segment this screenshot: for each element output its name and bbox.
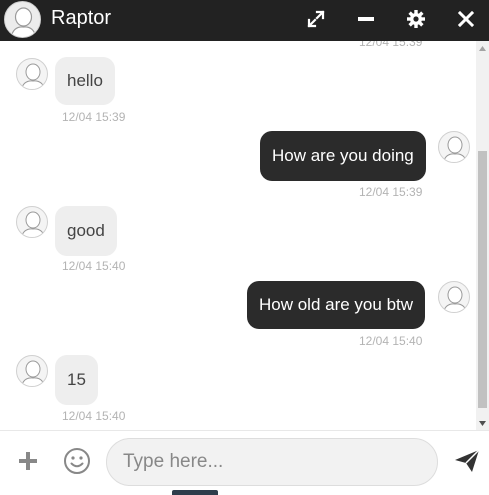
incoming-message: good [55,206,117,256]
contact-avatar [4,1,41,38]
plus-icon[interactable] [14,447,42,475]
expand-icon[interactable] [302,5,330,33]
outgoing-message: How old are you btw [247,281,426,329]
incoming-message: 15 [55,355,98,405]
user-avatar [438,281,470,313]
chat-header: Raptor [0,0,489,41]
outgoing-message: How are you doing [260,131,426,181]
message-timestamp: 12/04 15:39 [62,110,126,124]
minimize-icon[interactable] [352,5,380,33]
close-icon[interactable] [452,5,480,33]
message-scrollbar[interactable] [476,41,489,430]
background-content-edge [172,490,218,495]
contact-avatar [16,206,48,238]
incoming-message: hello [55,57,115,105]
user-avatar [438,131,470,163]
message-timestamp: 12/04 15:40 [62,259,126,273]
gear-icon[interactable] [402,5,430,33]
message-timestamp: 12/04 15:39 [359,185,423,199]
composer-bar [0,430,489,495]
contact-name: Raptor [51,7,112,29]
send-icon[interactable] [452,447,482,475]
smiley-icon[interactable] [62,446,92,476]
message-timestamp: 12/04 15:39 [359,41,423,49]
message-input[interactable] [106,438,438,486]
scroll-down-arrow-icon[interactable] [476,416,489,430]
message-timestamp: 12/04 15:40 [62,409,126,423]
scroll-up-arrow-icon[interactable] [476,41,489,55]
message-list[interactable]: 12/04 15:39 hello 12/04 15:39 How are yo… [0,41,489,430]
contact-avatar [16,58,48,90]
message-timestamp: 12/04 15:40 [359,334,423,348]
contact-avatar [16,355,48,387]
scrollbar-thumb[interactable] [478,151,487,408]
